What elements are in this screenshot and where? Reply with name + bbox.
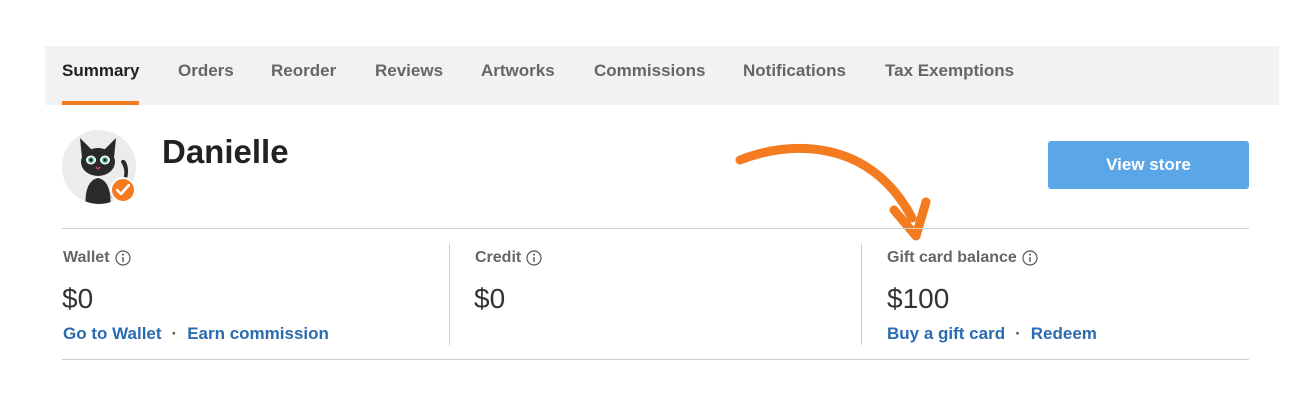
wallet-links: Go to Wallet · Earn commission xyxy=(63,324,329,344)
gift-card-label: Gift card balance xyxy=(887,249,1038,267)
tab-artworks[interactable]: Artworks xyxy=(481,46,555,105)
tab-summary[interactable]: Summary xyxy=(62,46,140,105)
divider-top xyxy=(62,228,1249,229)
view-store-button[interactable]: View store xyxy=(1048,141,1249,189)
buy-gift-card-link[interactable]: Buy a gift card xyxy=(887,324,1005,343)
earn-commission-link[interactable]: Earn commission xyxy=(187,324,329,343)
separator-dot: · xyxy=(1015,324,1021,343)
tab-reviews[interactable]: Reviews xyxy=(375,46,443,105)
redeem-link[interactable]: Redeem xyxy=(1031,324,1097,343)
go-to-wallet-link[interactable]: Go to Wallet xyxy=(63,324,162,343)
credit-value: $0 xyxy=(474,283,506,314)
gift-card-value: $100 xyxy=(887,283,950,314)
info-icon[interactable] xyxy=(1022,250,1038,266)
tab-commissions[interactable]: Commissions xyxy=(594,46,705,105)
account-tabs: Summary Orders Reorder Reviews Artworks … xyxy=(45,46,1279,105)
divider-bottom xyxy=(62,359,1249,360)
tab-reorder[interactable]: Reorder xyxy=(271,46,336,105)
divider-vertical xyxy=(861,244,862,345)
gift-card-links: Buy a gift card · Redeem xyxy=(887,324,1097,344)
separator-dot: · xyxy=(171,324,178,343)
divider-vertical xyxy=(449,244,450,345)
profile-name: Danielle xyxy=(162,133,289,170)
info-icon[interactable] xyxy=(526,250,542,266)
wallet-label: Wallet xyxy=(63,249,131,267)
gift-card-label-text: Gift card balance xyxy=(887,249,1017,266)
credit-label: Credit xyxy=(475,249,542,267)
curved-arrow-icon xyxy=(735,143,931,241)
tab-tax-exemptions[interactable]: Tax Exemptions xyxy=(885,46,1014,105)
tab-notifications[interactable]: Notifications xyxy=(743,46,846,105)
credit-label-text: Credit xyxy=(475,249,522,266)
wallet-label-text: Wallet xyxy=(63,249,110,266)
tab-orders[interactable]: Orders xyxy=(178,46,234,105)
wallet-value: $0 xyxy=(62,283,94,314)
verified-check-icon xyxy=(110,177,136,203)
info-icon[interactable] xyxy=(114,250,131,266)
